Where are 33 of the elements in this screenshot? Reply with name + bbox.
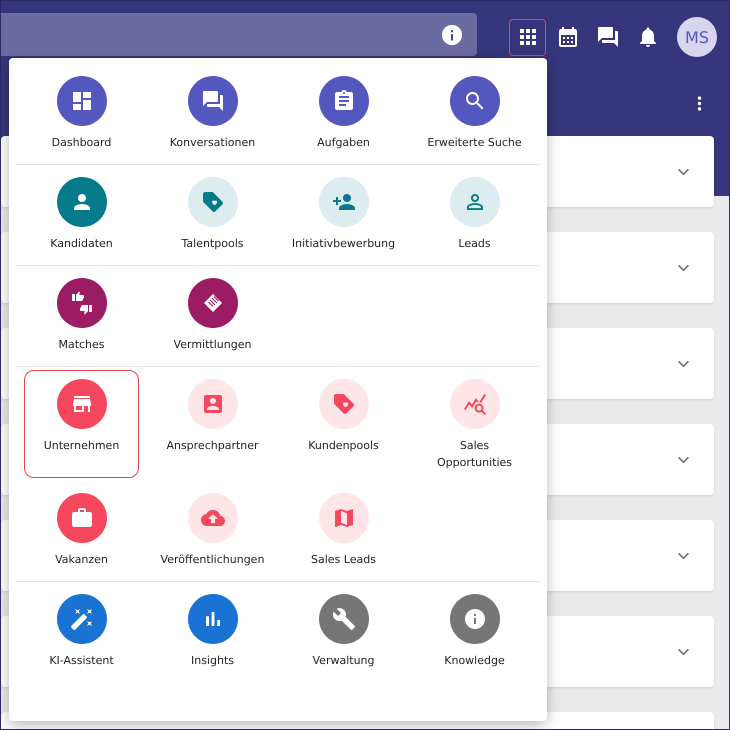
chevron-icon[interactable]: [677, 456, 690, 464]
chevron-icon[interactable]: [677, 264, 690, 272]
menu-item[interactable]: Initiativbewerbung: [286, 168, 401, 259]
menu-item[interactable]: Kundenpools: [286, 370, 401, 478]
more-icon[interactable]: [697, 96, 702, 111]
menu-item[interactable]: Aufgaben: [286, 67, 401, 158]
chevron-icon[interactable]: [677, 552, 690, 560]
chevron-icon[interactable]: [677, 360, 690, 368]
menu-item[interactable]: Kandidaten: [24, 168, 139, 259]
chevron-icon[interactable]: [677, 168, 690, 176]
menu-item[interactable]: Veröffentlichungen: [155, 484, 270, 575]
menu-item[interactable]: KI-Assistent: [24, 585, 139, 676]
menu-item[interactable]: Konversationen: [155, 67, 270, 158]
menu-item[interactable]: Vakanzen: [24, 484, 139, 575]
menu-item[interactable]: Erweiterte Suche: [417, 67, 532, 158]
menu-item[interactable]: Leads: [417, 168, 532, 259]
menu-item[interactable]: Matches: [24, 269, 139, 360]
info-icon[interactable]: [441, 24, 463, 46]
chat-icon: [596, 25, 620, 49]
avatar[interactable]: MS: [677, 17, 717, 57]
menu-item[interactable]: Knowledge: [417, 585, 532, 676]
menu-item[interactable]: Insights: [155, 585, 270, 676]
menu-item[interactable]: Sales Opportunities: [417, 370, 532, 478]
menu-item[interactable]: Verwaltung: [286, 585, 401, 676]
apps-button[interactable]: [509, 18, 546, 56]
menu-item[interactable]: Vermittlungen: [155, 269, 270, 360]
menu-item[interactable]: Ansprechpartner: [155, 370, 270, 478]
menu-item[interactable]: Dashboard: [24, 67, 139, 158]
menu-item[interactable]: Talentpools: [155, 168, 270, 259]
menu-item[interactable]: Sales Leads: [286, 484, 401, 575]
menu-item[interactable]: Unternehmen: [24, 370, 139, 478]
search-field[interactable]: [1, 13, 477, 56]
chevron-icon[interactable]: [677, 648, 690, 656]
